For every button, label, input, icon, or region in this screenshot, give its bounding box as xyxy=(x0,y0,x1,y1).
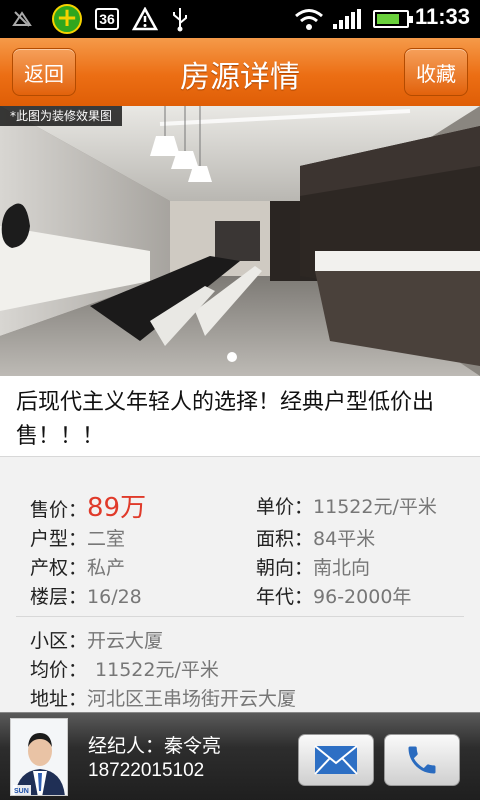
warning-icon xyxy=(130,6,160,32)
usb-icon xyxy=(168,6,192,32)
orientation-row: 朝向：南北向 xyxy=(256,553,370,580)
signal-icon xyxy=(332,6,362,32)
unit-price-row: 单价：11522元/平米 xyxy=(256,492,437,519)
envelope-icon xyxy=(314,745,358,775)
message-button[interactable] xyxy=(298,734,374,786)
avg-price-value: 11522元/平米 xyxy=(95,659,219,681)
3g-badge-icon: 36 xyxy=(90,6,124,32)
year-row: 年代：96-2000年 xyxy=(256,582,411,609)
area-value: 84平米 xyxy=(313,528,376,550)
unit-price-value: 11522元/平米 xyxy=(313,496,437,518)
price-label: 售价： xyxy=(30,499,88,521)
divider xyxy=(16,616,464,617)
price-row: 售价：89万 xyxy=(30,487,146,524)
address-label: 地址： xyxy=(30,688,88,710)
antenna-off-icon xyxy=(8,6,36,32)
listing-title: 后现代主义年轻人的选择！经典户型低价出售！！！ xyxy=(16,390,435,449)
agent-avatar: SUN xyxy=(10,718,68,796)
year-value: 96-2000年 xyxy=(313,586,412,608)
status-time: 11:33 xyxy=(414,4,470,29)
ownership-label: 产权： xyxy=(30,557,88,579)
layout-label: 户型： xyxy=(30,528,88,550)
listing-photo[interactable]: *此图为装修效果图 xyxy=(0,106,480,376)
orientation-label: 朝向： xyxy=(256,557,314,579)
unit-price-label: 单价： xyxy=(256,496,314,518)
year-label: 年代： xyxy=(256,586,314,608)
floor-row: 楼层：16/28 xyxy=(30,582,142,609)
avg-price-row: 均价： 11522元/平米 xyxy=(30,655,219,682)
avg-price-label: 均价： xyxy=(30,659,88,681)
status-bar: + 36 11:33 xyxy=(0,0,480,38)
ownership-row: 产权：私产 xyxy=(30,553,125,580)
agent-name: 秦令亮 xyxy=(164,735,222,757)
price-value: 89万 xyxy=(87,493,147,523)
community-value: 开云大厦 xyxy=(87,630,164,652)
address-value: 河北区王串场街开云大厦 xyxy=(87,688,297,710)
wifi-icon xyxy=(292,6,326,32)
phone-icon xyxy=(408,746,436,774)
company-logo-text: SUN xyxy=(14,788,29,795)
battery-charging-icon xyxy=(370,6,413,32)
address-row: 地址：河北区王串场街开云大厦 xyxy=(30,684,296,711)
favorite-button[interactable]: 收藏 xyxy=(404,48,468,96)
agent-bar: SUN 经纪人：秦令亮 18722015102 xyxy=(0,712,480,800)
floor-value: 16/28 xyxy=(87,586,142,608)
community-row: 小区：开云大厦 xyxy=(30,626,163,653)
layout-value: 二室 xyxy=(87,528,126,550)
agent-name-line: 经纪人：秦令亮 xyxy=(88,731,221,758)
photo-caption: *此图为装修效果图 xyxy=(0,106,123,126)
page-indicator-dot xyxy=(227,352,237,362)
orientation-value: 南北向 xyxy=(313,557,371,579)
agent-label: 经纪人： xyxy=(88,735,165,757)
layout-row: 户型：二室 xyxy=(30,524,125,551)
floor-label: 楼层： xyxy=(30,586,88,608)
community-label: 小区： xyxy=(30,630,88,652)
app-header: 返回 房源详情 收藏 xyxy=(0,38,480,106)
agent-phone: 18722015102 xyxy=(88,760,205,781)
call-button[interactable] xyxy=(384,734,460,786)
qq-plus-icon: + xyxy=(50,4,84,34)
ownership-value: 私产 xyxy=(87,557,126,579)
interior-photo-image xyxy=(0,106,480,376)
area-label: 面积： xyxy=(256,528,314,550)
area-row: 面积：84平米 xyxy=(256,524,375,551)
